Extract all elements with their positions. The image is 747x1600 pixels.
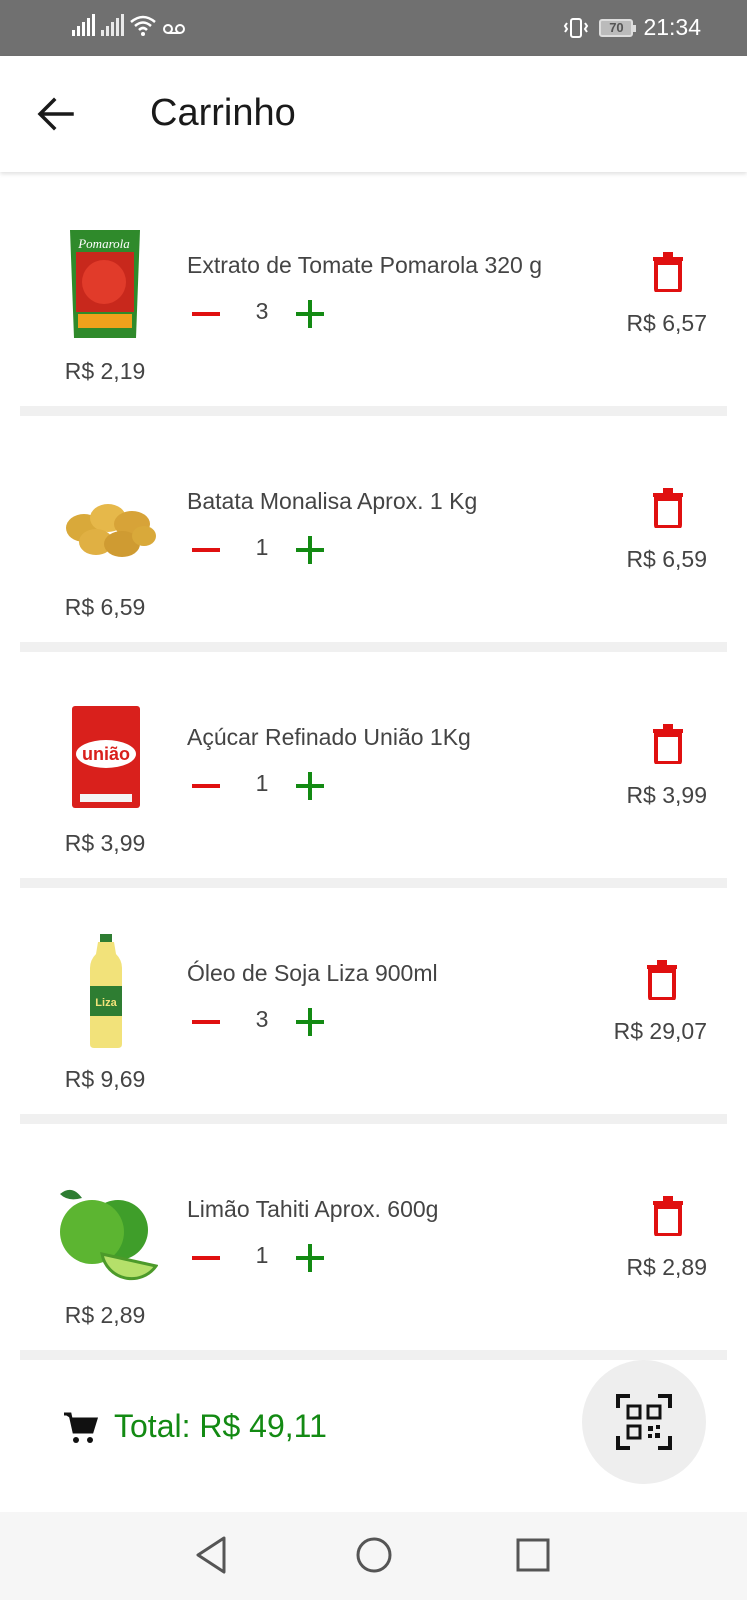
line-total: R$ 3,99 [626, 782, 707, 808]
nav-back-icon[interactable] [190, 1532, 236, 1578]
item-divider [20, 1114, 727, 1124]
status-bar: 70 21:34 [0, 0, 747, 56]
sugar-bag-image: união [72, 706, 140, 808]
increase-quantity-button[interactable] [296, 772, 324, 800]
battery-icon: 70 [599, 18, 637, 37]
qr-code-button[interactable] [582, 1360, 706, 1484]
line-total: R$ 29,07 [613, 1018, 707, 1044]
delete-item-button[interactable] [651, 488, 685, 528]
increase-quantity-button[interactable] [296, 1244, 324, 1272]
app-bar: Carrinho [0, 56, 747, 172]
quantity-stepper: 1 [192, 770, 352, 810]
delete-item-button[interactable] [651, 252, 685, 292]
oil-bottle-image: Liza [90, 934, 122, 1048]
page-title: Carrinho [150, 92, 296, 134]
cart-item: união R$ 3,99 Açúcar Refinado União 1Kg … [20, 672, 727, 908]
back-button[interactable] [36, 94, 76, 134]
qr-code-icon [616, 1394, 672, 1450]
delete-item-button[interactable] [645, 960, 679, 1000]
product-name: Limão Tahiti Aprox. 600g [187, 1196, 439, 1222]
status-icons-right: 70 21:34 [563, 14, 701, 41]
cart-item: R$ 2,89 Limão Tahiti Aprox. 600g 1 R$ 2,… [20, 1144, 727, 1380]
item-divider [20, 642, 727, 652]
cart-item: Pomarola R$ 2,19 Extrato de Tomate Pomar… [20, 200, 727, 436]
delete-item-button[interactable] [651, 724, 685, 764]
limes-image [60, 1189, 158, 1281]
quantity-value: 3 [255, 1006, 269, 1032]
line-total: R$ 2,89 [626, 1254, 707, 1280]
quantity-stepper: 3 [192, 1006, 352, 1046]
wifi-icon [130, 15, 156, 36]
quantity-value: 1 [255, 770, 269, 796]
vibrate-icon [564, 17, 589, 38]
back-arrow-icon [37, 97, 74, 131]
cart-total: Total: R$ 49,11 [114, 1408, 327, 1444]
product-name: Extrato de Tomate Pomarola 320 g [187, 252, 543, 278]
quantity-value: 1 [255, 534, 269, 560]
minus-icon [192, 784, 220, 788]
increase-quantity-button[interactable] [296, 536, 324, 564]
product-name: Batata Monalisa Aprox. 1 Kg [187, 488, 478, 514]
unit-price: R$ 6,59 [64, 594, 146, 620]
nav-home-icon[interactable] [351, 1532, 397, 1578]
status-icons-left [72, 14, 186, 36]
quantity-stepper: 1 [192, 1242, 352, 1282]
delete-item-button[interactable] [651, 1196, 685, 1236]
quantity-value: 3 [255, 298, 269, 324]
line-total: R$ 6,59 [626, 546, 707, 572]
cart-list: Pomarola R$ 2,19 Extrato de Tomate Pomar… [20, 200, 727, 1380]
increase-quantity-button[interactable] [296, 1008, 324, 1036]
decrease-quantity-button[interactable] [186, 1006, 226, 1038]
product-name: Óleo de Soja Liza 900ml [187, 960, 438, 986]
svg-text:união: união [82, 744, 130, 764]
item-divider [20, 1350, 727, 1360]
unit-price: R$ 9,69 [64, 1066, 146, 1092]
minus-icon [192, 1256, 220, 1260]
minus-icon [192, 548, 220, 552]
decrease-quantity-button[interactable] [186, 534, 226, 566]
cart-item: R$ 6,59 Batata Monalisa Aprox. 1 Kg 1 R$… [20, 436, 727, 672]
unit-price: R$ 2,89 [64, 1302, 146, 1328]
unit-price: R$ 2,19 [64, 358, 146, 384]
potatoes-image [66, 504, 156, 557]
quantity-value: 1 [255, 1242, 269, 1268]
item-divider [20, 878, 727, 888]
decrease-quantity-button[interactable] [186, 770, 226, 802]
tomato-paste-pouch-image: Pomarola [70, 230, 140, 338]
quantity-stepper: 3 [192, 298, 352, 338]
signal-no-service-icon [101, 14, 124, 36]
item-divider [20, 406, 727, 416]
unit-price: R$ 3,99 [64, 830, 146, 856]
increase-quantity-button[interactable] [296, 300, 324, 328]
cart-icon [64, 1412, 98, 1443]
line-total: R$ 6,57 [626, 310, 707, 336]
decrease-quantity-button[interactable] [186, 1242, 226, 1274]
system-nav-bar [0, 1512, 747, 1600]
minus-icon [192, 312, 220, 316]
quantity-stepper: 1 [192, 534, 352, 574]
product-name: Açúcar Refinado União 1Kg [187, 724, 471, 750]
svg-text:Pomarola: Pomarola [77, 236, 130, 251]
voicemail-icon [163, 24, 185, 34]
decrease-quantity-button[interactable] [186, 298, 226, 330]
svg-text:Liza: Liza [95, 997, 117, 1009]
nav-recents-icon[interactable] [510, 1532, 556, 1578]
cart-item: Liza R$ 9,69 Óleo de Soja Liza 900ml 3 R… [20, 908, 727, 1144]
minus-icon [192, 1020, 220, 1024]
signal-icon [72, 14, 95, 36]
clock: 21:34 [643, 14, 701, 40]
